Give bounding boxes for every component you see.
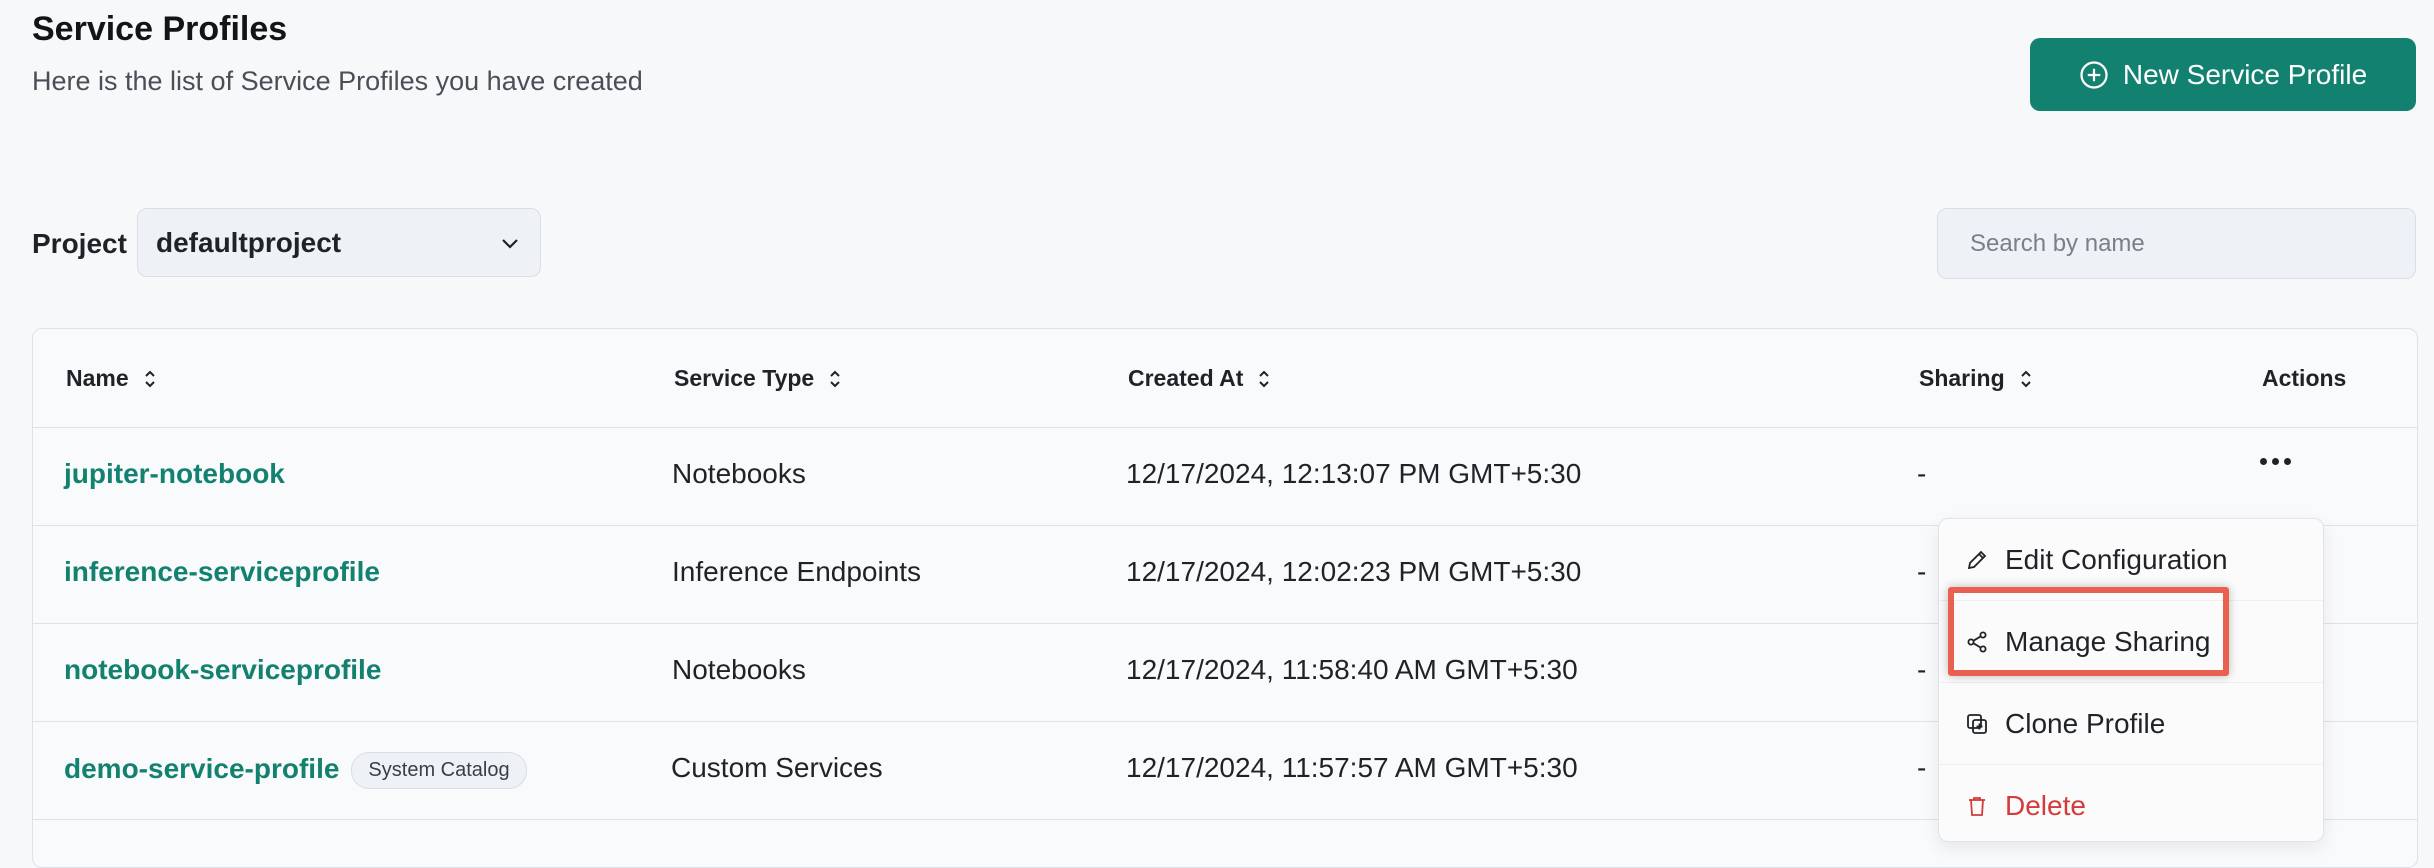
column-header-label: Name [66,365,129,391]
created-at-cell: 12/17/2024, 11:57:57 AM GMT+5:30 [1126,752,1578,783]
column-header-label: Service Type [674,365,815,391]
new-service-profile-button[interactable]: New Service Profile [2030,38,2416,111]
column-header-created-at[interactable]: Created At [1128,365,1271,392]
project-select-value: defaultproject [156,226,342,258]
chevron-down-icon [502,238,518,249]
new-service-profile-label: New Service Profile [2122,58,2368,90]
pencil-icon [1967,550,1987,569]
sort-icon [830,370,840,387]
column-header-service-type[interactable]: Service Type [674,365,842,392]
column-header-sharing[interactable]: Sharing [1919,365,2033,392]
column-header-label: Sharing [1919,365,2005,391]
service-type-cell: Notebooks [672,458,806,489]
sort-icon [1259,370,1270,387]
service-type-cell: Notebooks [672,654,806,685]
search-input[interactable] [1937,208,2416,279]
page-subtitle: Here is the list of Service Profiles you… [32,66,643,96]
project-select[interactable]: defaultproject [137,208,541,277]
sharing-cell: - [1917,458,1927,489]
profile-name-cell: demo-service-profile System Catalog [64,752,527,789]
table-row: jupiter-notebook Notebooks 12/17/2024, 1… [33,427,2417,526]
column-header-label: Created At [1128,365,1244,391]
menu-item-label: Clone Profile [2005,707,2166,739]
created-at-cell: 12/17/2024, 12:13:07 PM GMT+5:30 [1126,458,1582,489]
sort-icon [144,370,155,387]
menu-item-delete[interactable]: Delete [1939,765,2323,847]
system-catalog-badge: System Catalog [351,752,527,789]
plus-circle-icon [2080,60,2108,89]
created-at-cell: 12/17/2024, 12:02:23 PM GMT+5:30 [1126,556,1582,587]
menu-item-label: Edit Configuration [2005,543,2228,575]
clone-icon [1967,713,1987,734]
service-type-cell: Custom Services [671,752,883,783]
manage-sharing-highlight [1948,587,2229,676]
sharing-cell: - [1917,752,1927,783]
table-header: Name Service Type Created At Sharing Act… [33,329,2417,428]
page-title: Service Profiles [32,10,288,48]
actions-menu: Edit Configuration Manage Sharing Clone … [1938,518,2324,842]
column-header-label: Actions [2262,365,2347,391]
more-actions-icon[interactable] [2260,458,2291,465]
column-header-name[interactable]: Name [66,365,157,392]
sharing-cell: - [1917,556,1927,587]
sort-icon [2020,370,2031,387]
created-at-cell: 12/17/2024, 11:58:40 AM GMT+5:30 [1126,654,1578,685]
trash-icon [1969,797,1985,816]
profile-name-link[interactable]: demo-service-profile [64,753,339,784]
column-header-actions: Actions [2262,365,2346,392]
profile-name-link[interactable]: notebook-serviceprofile [64,654,381,686]
menu-item-clone-profile[interactable]: Clone Profile [1939,683,2323,765]
service-type-cell: Inference Endpoints [672,556,922,587]
profile-name-link[interactable]: jupiter-notebook [64,458,285,490]
menu-item-label: Delete [2005,790,2086,821]
sharing-cell: - [1917,654,1927,685]
project-label: Project [32,228,127,259]
profile-name-link[interactable]: inference-serviceprofile [64,556,380,588]
